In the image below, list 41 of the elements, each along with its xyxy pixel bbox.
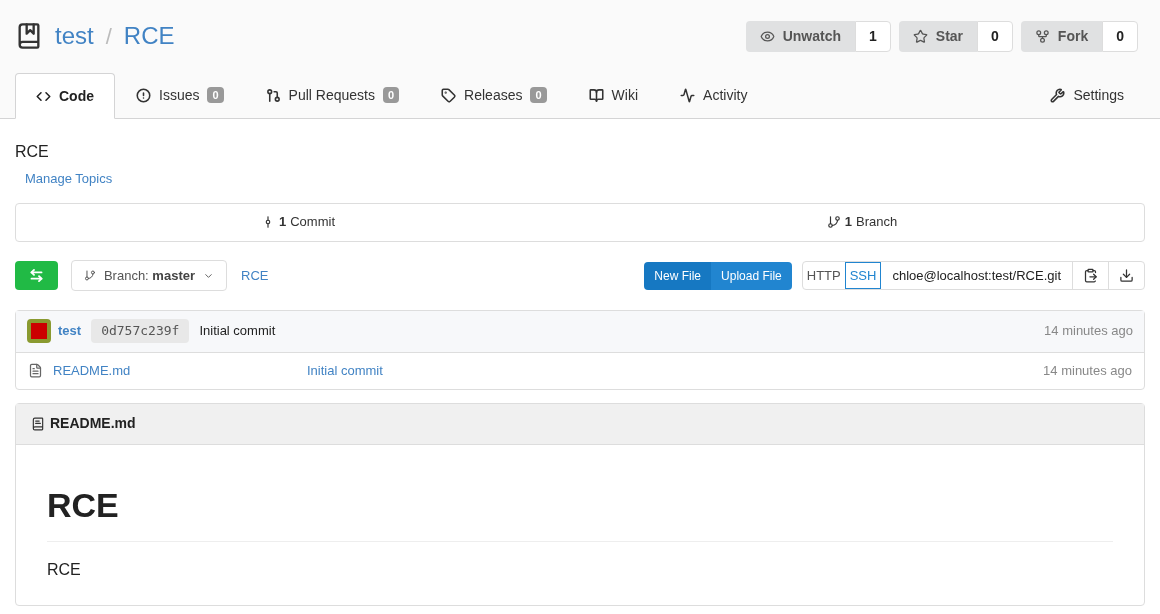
owner-link[interactable]: test: [55, 18, 94, 54]
tab[interactable]: Releases 0: [420, 72, 568, 118]
protocol-toggle[interactable]: HTTP: [802, 262, 845, 289]
protocol-toggle[interactable]: SSH: [844, 262, 882, 289]
readme-title: README.md: [50, 414, 136, 433]
action-count: 0: [1102, 20, 1138, 52]
commit-sha-label[interactable]: 0d757c239f: [91, 319, 190, 343]
branch-dropdown[interactable]: Branch: master: [71, 260, 227, 291]
file-commit-link[interactable]: Initial commit: [307, 360, 383, 381]
file-action-button[interactable]: New File: [644, 261, 712, 290]
commit-author-link[interactable]: test: [58, 321, 82, 341]
path-separator: /: [105, 22, 112, 51]
count-badge: 0: [530, 86, 547, 104]
tab[interactable]: Pull Requests 0: [244, 72, 421, 118]
count-badge: 0: [383, 86, 400, 104]
repo-action-button[interactable]: Fork: [1020, 20, 1103, 52]
tab[interactable]: Wiki: [567, 72, 660, 118]
manage-topics-link[interactable]: Manage Topics: [25, 169, 1145, 189]
repo-action-button[interactable]: Star: [898, 20, 978, 52]
action-count: 0: [977, 20, 1013, 52]
tab[interactable]: Activity: [659, 72, 769, 118]
file-time: 14 minutes ago: [1043, 361, 1132, 380]
readme-heading: RCE: [47, 479, 1113, 542]
commit-message: Initial commit: [199, 322, 276, 341]
stat-link[interactable]: 1 Branch: [580, 203, 1144, 241]
stat-link[interactable]: 1 Commit: [16, 203, 580, 241]
file-name-link[interactable]: README.md: [53, 360, 307, 381]
tab[interactable]: Code: [15, 73, 115, 119]
repo-name-link[interactable]: RCE: [123, 18, 175, 54]
clone-url-field[interactable]: chloe@localhost:test/RCE.git: [881, 262, 1072, 289]
path-link[interactable]: RCE: [241, 265, 269, 286]
count-badge: 0: [207, 86, 224, 104]
commit-time: 14 minutes ago: [1044, 322, 1133, 341]
repo-action-button[interactable]: Unwatch: [745, 20, 856, 52]
branch-label: Branch: master: [103, 266, 195, 285]
action-count: 1: [855, 20, 891, 52]
tab[interactable]: Issues 0: [115, 72, 245, 118]
readme-text: RCE: [47, 559, 82, 580]
repo-description: RCE: [15, 142, 50, 162]
file-action-button[interactable]: Upload File: [711, 261, 792, 290]
tab[interactable]: Settings: [1029, 72, 1145, 118]
